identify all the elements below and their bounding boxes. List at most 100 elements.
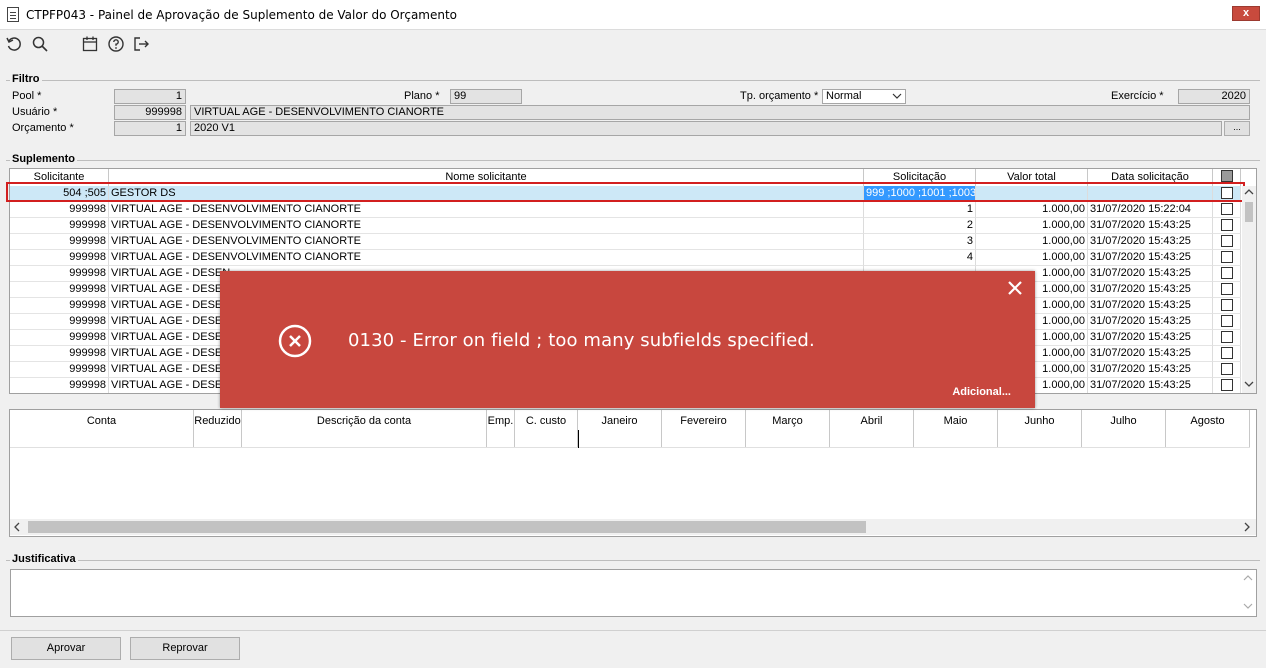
table-row[interactable]: 999998 VIRTUAL AGE - DESENVOLVIMENTO CIAN… [10, 202, 1241, 218]
row-checkbox[interactable] [1220, 187, 1233, 199]
cell-select [1213, 314, 1241, 330]
row-checkbox[interactable] [1220, 331, 1233, 343]
usuario-code-field[interactable]: 999998 [114, 105, 186, 120]
table-row[interactable]: 504 ;505 GESTOR DS 999 ;1000 ;1001 ;1003 [10, 186, 1241, 202]
cell-data-solicitacao: 31/07/2020 15:43:25 [1088, 266, 1213, 282]
contas-hscroll[interactable] [10, 519, 1256, 535]
row-checkbox[interactable] [1220, 379, 1233, 391]
cell-solicitante: 999998 [10, 266, 109, 282]
tp-orcamento-select[interactable]: Normal [822, 89, 906, 104]
pool-field[interactable]: 1 [114, 89, 186, 104]
row-checkbox[interactable] [1220, 347, 1233, 359]
col-valor-total[interactable]: Valor total [976, 169, 1088, 186]
scroll-down-icon[interactable] [1244, 380, 1254, 391]
cell-data-solicitacao: 31/07/2020 15:43:25 [1088, 282, 1213, 298]
contas-header: Conta Reduzido Descrição da conta Emp. C… [10, 410, 1250, 448]
cell-solicitante: 999998 [10, 362, 109, 378]
error-icon [278, 324, 312, 358]
scroll-left-icon[interactable] [13, 522, 21, 535]
col-select-all[interactable] [1213, 169, 1241, 186]
toolbar [0, 30, 1266, 58]
close-icon[interactable] [1006, 279, 1024, 297]
row-checkbox[interactable] [1220, 203, 1233, 215]
col-data-solicitacao[interactable]: Data solicitação [1088, 169, 1213, 186]
hscroll-thumb[interactable] [28, 521, 866, 533]
error-toast: 0130 - Error on field ; too many subfiel… [220, 271, 1035, 408]
col-agosto[interactable]: Agosto [1166, 410, 1250, 447]
cell-data-solicitacao: 31/07/2020 15:43:25 [1088, 330, 1213, 346]
col-nome-solicitante[interactable]: Nome solicitante [109, 169, 864, 186]
cell-solicitacao[interactable]: 999 ;1000 ;1001 ;1003 [864, 186, 976, 202]
cell-select [1213, 186, 1241, 202]
cell-valor-total: 1.000,00 [976, 202, 1088, 218]
suplemento-vscroll[interactable] [1242, 186, 1256, 393]
col-junho[interactable]: Junho [998, 410, 1082, 447]
scroll-right-icon[interactable] [1243, 522, 1251, 535]
scroll-thumb[interactable] [1245, 202, 1253, 222]
cell-select [1213, 378, 1241, 393]
textarea-scroll-up-icon[interactable] [1243, 573, 1253, 585]
contas-grid: Conta Reduzido Descrição da conta Emp. C… [9, 409, 1257, 537]
cell-valor-total: 1.000,00 [976, 234, 1088, 250]
cell-solicitante: 999998 [10, 298, 109, 314]
cell-data-solicitacao: 31/07/2020 15:22:04 [1088, 202, 1213, 218]
row-checkbox[interactable] [1220, 267, 1233, 279]
justificativa-textarea[interactable] [10, 569, 1257, 617]
cell-select [1213, 362, 1241, 378]
cell-data-solicitacao: 31/07/2020 15:43:25 [1088, 378, 1213, 393]
exit-icon[interactable] [131, 34, 151, 54]
cell-solicitacao: 4 [864, 250, 976, 266]
cell-data-solicitacao [1088, 186, 1213, 202]
col-julho[interactable]: Julho [1082, 410, 1166, 447]
col-fevereiro[interactable]: Fevereiro [662, 410, 746, 447]
search-icon[interactable] [30, 34, 50, 54]
col-conta[interactable]: Conta [10, 410, 194, 447]
row-checkbox[interactable] [1220, 299, 1233, 311]
select-all-checkbox[interactable] [1220, 170, 1233, 182]
textarea-scroll-down-icon[interactable] [1243, 601, 1253, 613]
row-checkbox[interactable] [1220, 283, 1233, 295]
cell-select [1213, 346, 1241, 362]
row-checkbox[interactable] [1220, 251, 1233, 263]
scroll-up-icon[interactable] [1244, 188, 1254, 199]
col-descricao-conta[interactable]: Descrição da conta [242, 410, 487, 447]
col-reduzido[interactable]: Reduzido [194, 410, 242, 447]
help-icon[interactable] [106, 34, 126, 54]
aprovar-button[interactable]: Aprovar [11, 637, 121, 660]
table-row[interactable]: 999998 VIRTUAL AGE - DESENVOLVIMENTO CIAN… [10, 250, 1241, 266]
exercicio-label: Exercício * [1111, 90, 1164, 102]
col-solicitante[interactable]: Solicitante [10, 169, 109, 186]
row-checkbox[interactable] [1220, 363, 1233, 375]
cell-solicitante: 999998 [10, 218, 109, 234]
error-message: 0130 - Error on field ; too many subfiel… [348, 330, 815, 351]
cell-select [1213, 250, 1241, 266]
calendar-icon[interactable] [80, 34, 100, 54]
cell-nome-solicitante: VIRTUAL AGE - DESENVOLVIMENTO CIANORTE [109, 234, 864, 250]
col-janeiro[interactable]: Janeiro [578, 410, 662, 447]
col-abril[interactable]: Abril [830, 410, 914, 447]
pool-label: Pool * [12, 90, 42, 102]
row-checkbox[interactable] [1220, 315, 1233, 327]
col-emp[interactable]: Emp. [487, 410, 515, 447]
reprovar-button[interactable]: Reprovar [130, 637, 240, 660]
plano-field[interactable]: 99 [450, 89, 522, 104]
filtro-label: Filtro [10, 73, 42, 85]
exercicio-field[interactable]: 2020 [1178, 89, 1250, 104]
orcamento-code-field[interactable]: 1 [114, 121, 186, 136]
col-solicitacao[interactable]: Solicitação [864, 169, 976, 186]
cell-data-solicitacao: 31/07/2020 15:43:25 [1088, 298, 1213, 314]
col-c-custo[interactable]: C. custo [515, 410, 578, 447]
orcamento-lookup-button[interactable]: ... [1224, 121, 1250, 136]
row-checkbox[interactable] [1220, 219, 1233, 231]
row-checkbox[interactable] [1220, 235, 1233, 247]
col-marco[interactable]: Março [746, 410, 830, 447]
close-window-button[interactable]: x [1232, 6, 1260, 21]
cell-solicitante: 999998 [10, 202, 109, 218]
justificativa-label: Justificativa [10, 553, 78, 565]
adicional-link[interactable]: Adicional... [952, 386, 1011, 398]
usuario-label: Usuário * [12, 106, 58, 118]
table-row[interactable]: 999998 VIRTUAL AGE - DESENVOLVIMENTO CIAN… [10, 218, 1241, 234]
undo-icon[interactable] [4, 34, 24, 54]
col-maio[interactable]: Maio [914, 410, 998, 447]
table-row[interactable]: 999998 VIRTUAL AGE - DESENVOLVIMENTO CIAN… [10, 234, 1241, 250]
